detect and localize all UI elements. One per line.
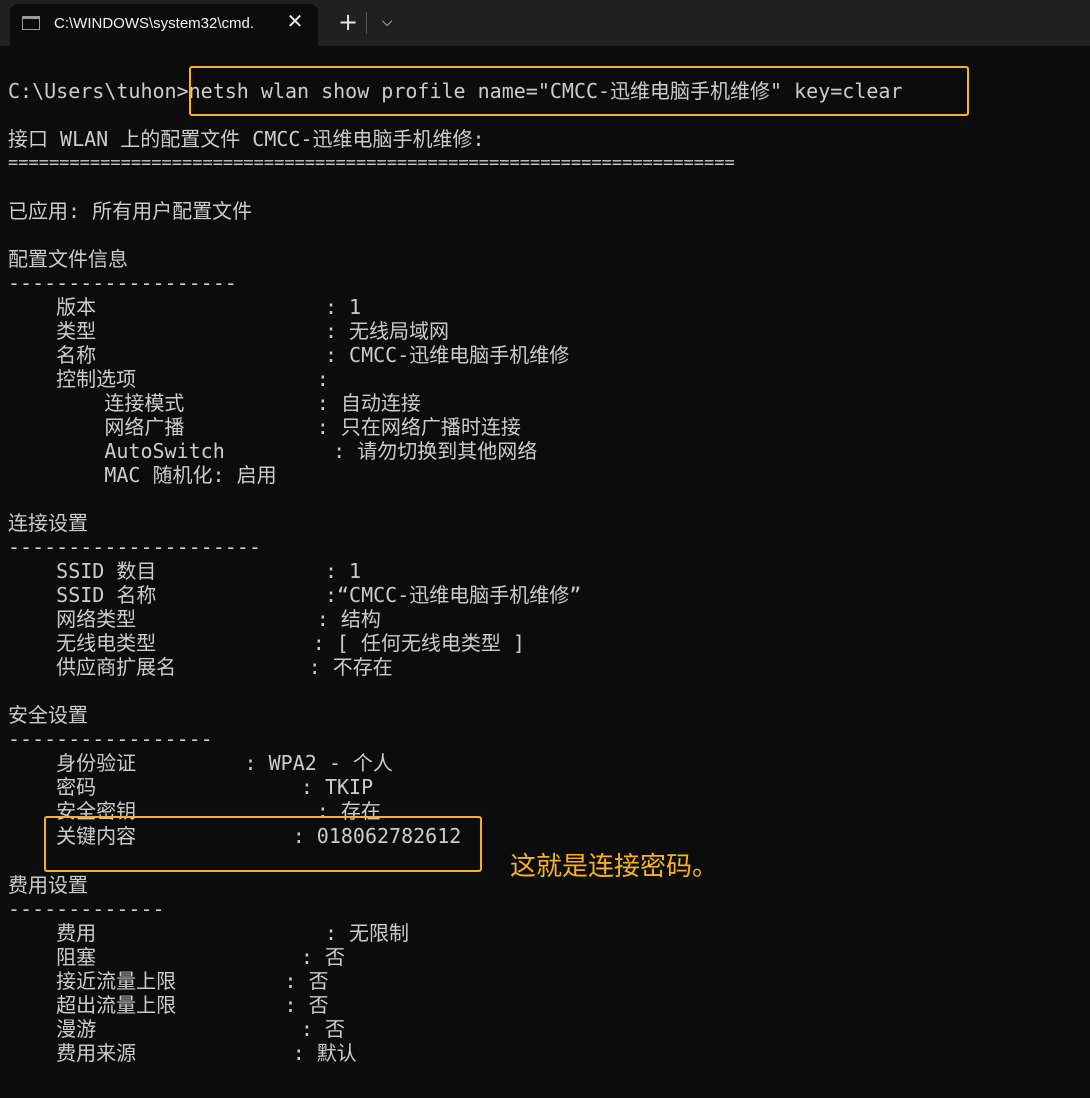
output-line: 网络广播 : 只在网络广播时连接 xyxy=(8,415,521,439)
output-line: 供应商扩展名 : 不存在 xyxy=(8,655,393,679)
section-title-cost: 费用设置 xyxy=(8,873,88,897)
tab-title: C:\WINDOWS\system32\cmd. xyxy=(54,15,255,32)
section-rule: ------------- xyxy=(8,897,165,921)
close-tab-icon[interactable]: ✕ xyxy=(284,10,306,32)
command-highlight-box xyxy=(189,66,969,116)
section-title-profile-info: 配置文件信息 xyxy=(8,247,128,271)
output-line: 超出流量上限 : 否 xyxy=(8,993,329,1017)
output-line: 名称 : CMCC-迅维电脑手机维修 xyxy=(8,343,570,367)
tab-separator xyxy=(366,12,367,34)
output-line: 版本 : 1 xyxy=(8,295,362,319)
output-line: 密码 : TKIP xyxy=(8,775,374,799)
title-bar: C:\WINDOWS\system32\cmd. ✕ + ⌵ xyxy=(0,0,1090,46)
output-line: 费用来源 : 默认 xyxy=(8,1041,357,1065)
section-rule: ------------------- xyxy=(8,271,237,295)
terminal-tab[interactable]: C:\WINDOWS\system32\cmd. ✕ xyxy=(10,4,318,46)
output-line: SSID 数目 : 1 xyxy=(8,559,362,583)
output-line: 漫游 : 否 xyxy=(8,1017,345,1041)
output-header: 接口 WLAN 上的配置文件 CMCC-迅维电脑手机维修: xyxy=(8,127,485,151)
output-line: 阻塞 : 否 xyxy=(8,945,345,969)
header-rule: ========================================… xyxy=(8,153,735,173)
output-line: 类型 : 无线局域网 xyxy=(8,319,450,343)
cmd-icon xyxy=(22,16,40,30)
password-annotation: 这就是连接密码。 xyxy=(510,852,719,882)
output-line: 控制选项 : xyxy=(8,367,329,391)
output-line: 连接模式 : 自动连接 xyxy=(8,391,421,415)
output-line: 费用 : 无限制 xyxy=(8,921,410,945)
output-line: 无线电类型 : [ 任何无线电类型 ] xyxy=(8,631,525,655)
output-line: 接近流量上限 : 否 xyxy=(8,969,329,993)
new-tab-icon[interactable]: + xyxy=(336,8,360,36)
section-rule: --------------------- xyxy=(8,535,261,559)
password-highlight-box xyxy=(44,816,482,872)
output-line: 身份验证 : WPA2 - 个人 xyxy=(8,751,393,775)
output-line: 网络类型 : 结构 xyxy=(8,607,381,631)
section-rule: ----------------- xyxy=(8,727,213,751)
output-line: SSID 名称 :“CMCC-迅维电脑手机维修” xyxy=(8,583,582,607)
output-line: MAC 随机化: 启用 xyxy=(8,463,277,487)
chevron-down-icon[interactable]: ⌵ xyxy=(374,8,400,36)
prompt: C:\Users\tuhon> xyxy=(8,79,189,103)
section-title-security: 安全设置 xyxy=(8,703,88,727)
applied-line: 已应用: 所有用户配置文件 xyxy=(8,199,253,223)
output-line: AutoSwitch : 请勿切换到其他网络 xyxy=(8,439,538,463)
section-title-connectivity: 连接设置 xyxy=(8,511,88,535)
